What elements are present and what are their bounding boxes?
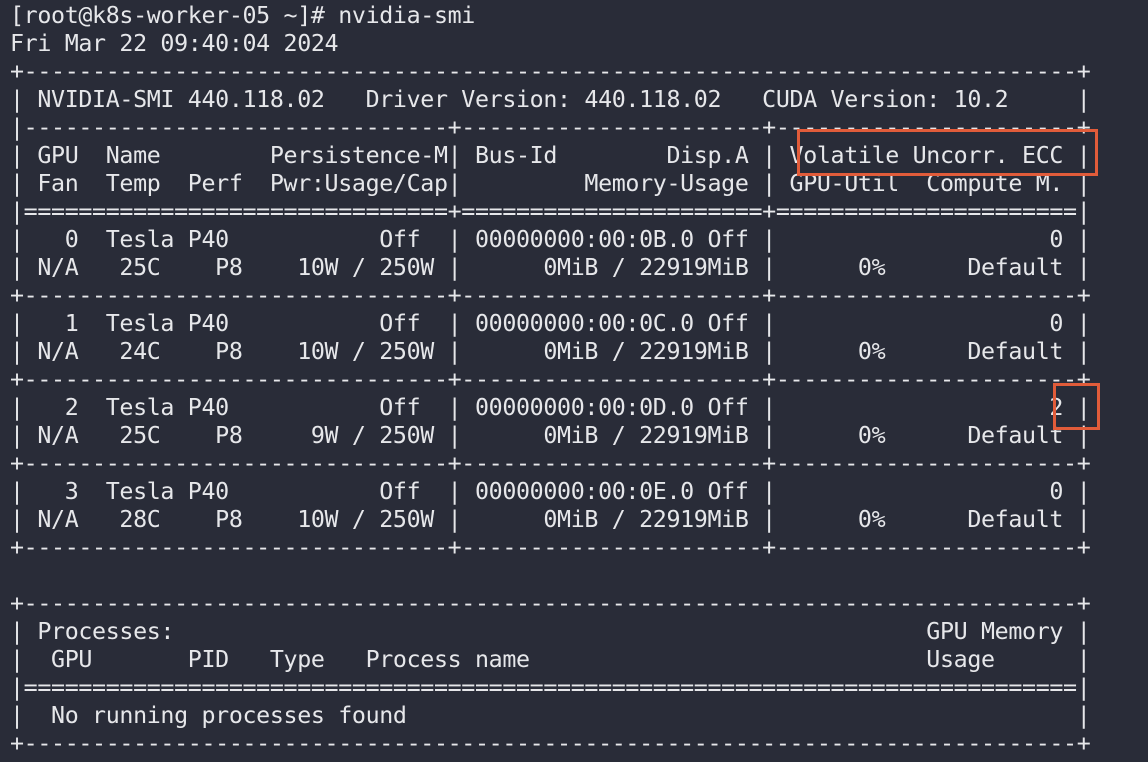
processes-title-line: | Processes: GPU Memory | [10, 618, 1091, 645]
gpu-0-row-2: | N/A 25C P8 10W / 250W | 0MiB / 22919Mi… [10, 254, 1091, 281]
gpu-1-divider: +-------------------------------+-------… [10, 366, 1091, 393]
gpu-0-divider: +-------------------------------+-------… [10, 282, 1091, 309]
command-prompt-line: [root@k8s-worker-05 ~]# nvidia-smi [10, 2, 475, 29]
processes-top-border: +---------------------------------------… [10, 590, 1091, 617]
timestamp-line: Fri Mar 22 09:40:04 2024 [10, 30, 339, 57]
gpu-3-row-2: | N/A 28C P8 10W / 250W | 0MiB / 22919Mi… [10, 506, 1091, 533]
terminal-output[interactable]: [root@k8s-worker-05 ~]# nvidia-smi Fri Ma… [10, 2, 1091, 758]
table-header-divider: |===============================+=======… [10, 198, 1091, 225]
no-processes-line: | No running processes found | [10, 702, 1091, 729]
gpu-1-row-2: | N/A 24C P8 10W / 250W | 0MiB / 22919Mi… [10, 338, 1091, 365]
gpu-2-row-2: | N/A 25C P8 9W / 250W | 0MiB / 22919MiB… [10, 422, 1091, 449]
table-header-row-2: | Fan Temp Perf Pwr:Usage/Cap| Memory-Us… [10, 170, 1091, 197]
gpu-1-row-1: | 1 Tesla P40 Off | 00000000:00:0C.0 Off… [10, 310, 1091, 337]
gpu-2-row-1: | 2 Tesla P40 Off | 00000000:00:0D.0 Off… [10, 394, 1091, 421]
smi-version-line: | NVIDIA-SMI 440.118.02 Driver Version: … [10, 86, 1091, 113]
processes-bottom-border: +---------------------------------------… [10, 730, 1091, 757]
gpu-0-row-1: | 0 Tesla P40 Off | 00000000:00:0B.0 Off… [10, 226, 1091, 253]
table-separator: |-------------------------------+-------… [10, 114, 1091, 141]
gpu-2-divider: +-------------------------------+-------… [10, 450, 1091, 477]
gpu-3-row-1: | 3 Tesla P40 Off | 00000000:00:0E.0 Off… [10, 478, 1091, 505]
table-top-border: +---------------------------------------… [10, 58, 1091, 85]
table-bottom-border: +-------------------------------+-------… [10, 534, 1091, 561]
processes-header-line: | GPU PID Type Process name Usage | [10, 646, 1091, 673]
table-header-row-1: | GPU Name Persistence-M| Bus-Id Disp.A … [10, 142, 1091, 169]
processes-divider: |=======================================… [10, 674, 1091, 701]
